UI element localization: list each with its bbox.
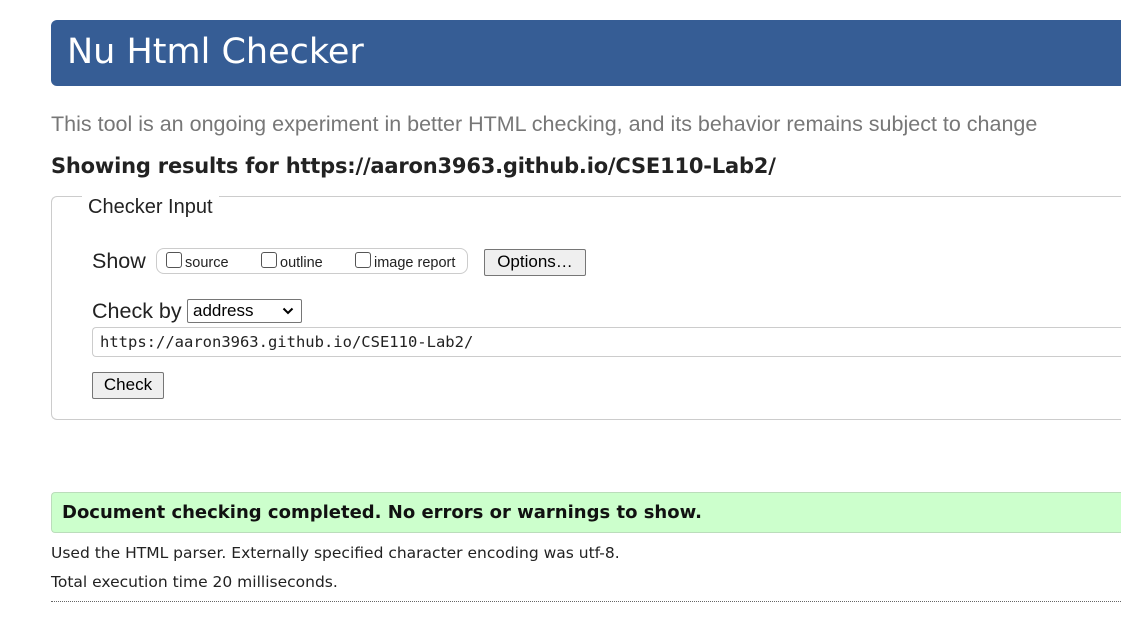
check-by-select[interactable]: address <box>187 299 302 323</box>
url-input[interactable]: https://aaron3963.github.io/CSE110-Lab2/ <box>92 327 1121 357</box>
intro-text: This tool is an ongoing experiment in be… <box>51 112 1038 136</box>
options-button[interactable]: Options… <box>484 249 586 276</box>
show-options-group: source outline image report <box>156 248 468 274</box>
page: Nu Html Checker This tool is an ongoing … <box>0 0 1121 623</box>
app-title: Nu Html Checker <box>67 32 364 72</box>
check-by-selected-value: address <box>193 301 254 320</box>
chevron-down-icon <box>282 307 294 315</box>
source-checkbox-label[interactable]: source <box>185 255 229 271</box>
image-report-checkbox-label[interactable]: image report <box>374 255 455 271</box>
outline-checkbox-label[interactable]: outline <box>280 255 323 271</box>
image-report-checkbox[interactable] <box>355 252 371 268</box>
outline-checkbox[interactable] <box>261 252 277 268</box>
checker-input-legend: Checker Input <box>82 195 219 219</box>
success-message: Document checking completed. No errors o… <box>62 502 702 523</box>
show-outline-option[interactable]: outline <box>261 250 323 272</box>
parser-info: Used the HTML parser. Externally specifi… <box>51 544 620 562</box>
show-label: Show <box>92 249 146 273</box>
source-checkbox[interactable] <box>166 252 182 268</box>
check-by-label: Check by <box>92 299 182 323</box>
results-heading: Showing results for https://aaron3963.gi… <box>51 154 776 178</box>
success-message-bar: Document checking completed. No errors o… <box>51 492 1121 533</box>
show-source-option[interactable]: source <box>166 250 229 272</box>
divider <box>51 601 1121 602</box>
header-bar: Nu Html Checker <box>51 20 1121 86</box>
execution-time: Total execution time 20 milliseconds. <box>51 573 338 591</box>
checker-input-fieldset: Checker Input Show source outline image … <box>51 195 1121 420</box>
check-button[interactable]: Check <box>92 372 164 399</box>
show-image-report-option[interactable]: image report <box>355 250 455 272</box>
